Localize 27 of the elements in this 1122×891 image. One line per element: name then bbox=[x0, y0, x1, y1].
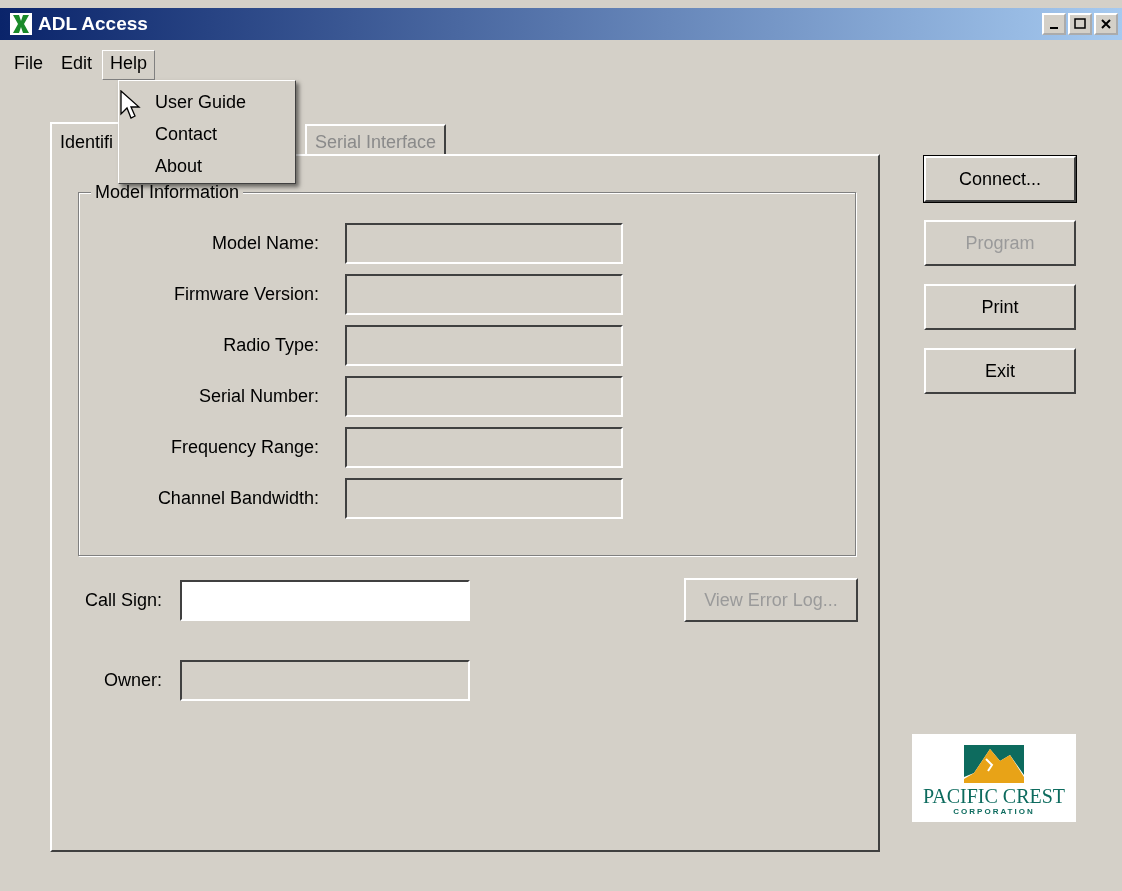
dialog-button[interactable]: Connect... bbox=[924, 156, 1076, 202]
minimize-button[interactable] bbox=[1042, 13, 1066, 35]
close-icon bbox=[1100, 18, 1112, 30]
maximize-button[interactable] bbox=[1068, 13, 1092, 35]
field-label: Model Name: bbox=[210, 233, 319, 254]
field-label: Channel Bandwidth: bbox=[156, 488, 319, 509]
input-field[interactable] bbox=[180, 579, 470, 621]
mountain-icon bbox=[962, 745, 1026, 785]
app-icon bbox=[10, 13, 32, 35]
close-button[interactable] bbox=[1094, 13, 1118, 35]
field-label: Radio Type: bbox=[222, 335, 319, 356]
logo-name: PACIFIC CREST bbox=[922, 785, 1066, 807]
field-label: Frequency Range: bbox=[169, 437, 319, 458]
dialog-button[interactable]: Exit bbox=[924, 348, 1076, 394]
field-label: Serial Number: bbox=[197, 386, 319, 407]
field-label: Call Sign: bbox=[83, 589, 162, 611]
dialog-button[interactable]: Print bbox=[924, 284, 1076, 330]
minimize-icon bbox=[1050, 27, 1058, 29]
menu-item[interactable]: File bbox=[6, 50, 51, 80]
maximize-icon bbox=[1074, 18, 1086, 30]
menu-item[interactable]: Edit bbox=[53, 50, 101, 80]
field-label: Firmware Version: bbox=[172, 284, 319, 305]
menu-item[interactable]: Help bbox=[102, 50, 156, 80]
window-title: ADL Access bbox=[38, 13, 148, 35]
logo-subtitle: CORPORATION bbox=[953, 807, 1035, 816]
field-label: Owner: bbox=[102, 670, 162, 691]
menu-item[interactable]: User Guide bbox=[155, 87, 295, 119]
